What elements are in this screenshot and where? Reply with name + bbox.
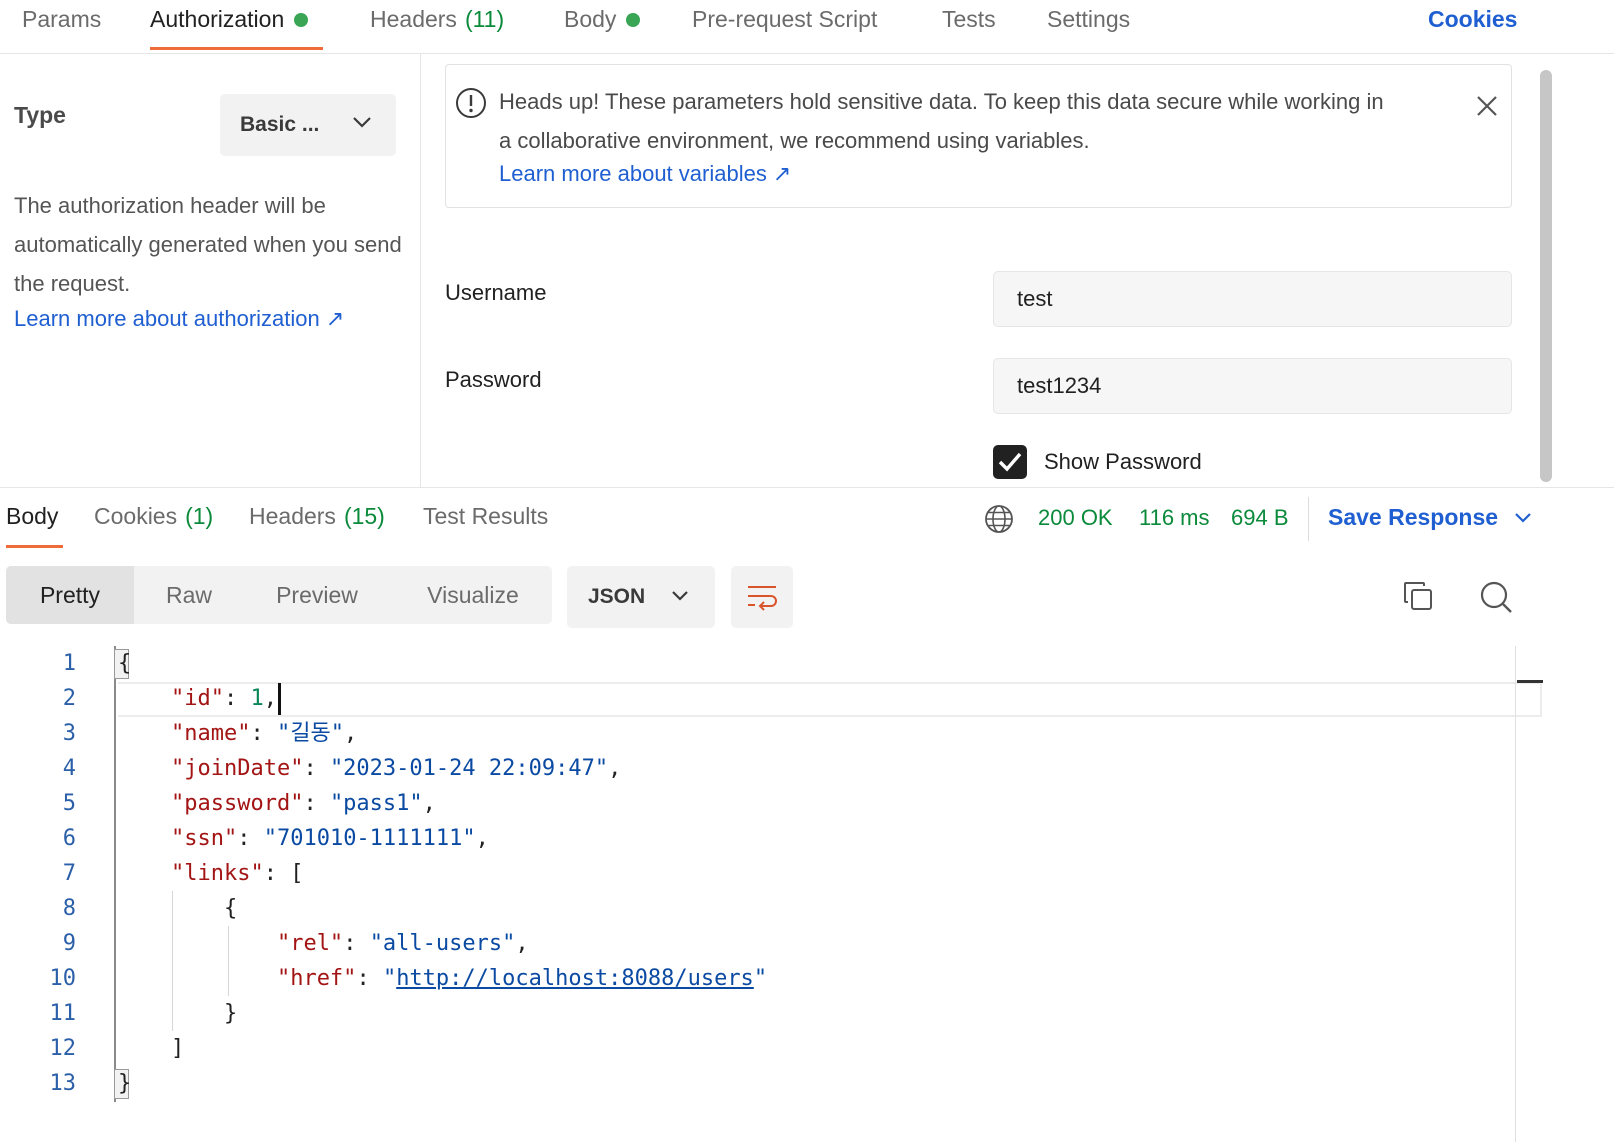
view-raw-button[interactable]: Raw: [134, 566, 244, 624]
chevron-down-icon: [353, 117, 371, 128]
line-number: 8: [62, 896, 76, 921]
line-number: 10: [49, 966, 77, 991]
line-number: 11: [49, 1001, 77, 1026]
username-input[interactable]: [993, 271, 1512, 327]
view-visualize-button[interactable]: Visualize: [394, 566, 552, 624]
password-label: Password: [445, 367, 542, 392]
auth-description: The authorization header will be automat…: [14, 193, 402, 296]
code-line: "name": "길동",: [170, 721, 358, 746]
active-indicator-dot: [294, 12, 309, 27]
request-tabs: Params Authorization Headers (11) Body Pr…: [0, 0, 1614, 54]
chevron-down-icon[interactable]: [1514, 512, 1532, 523]
response-tab-headers[interactable]: Headers (15): [249, 503, 385, 530]
panel-divider[interactable]: [0, 487, 1614, 488]
line-number: 12: [49, 1036, 77, 1061]
status-code[interactable]: 200 OK: [1038, 505, 1113, 531]
tab-authorization[interactable]: Authorization: [150, 6, 309, 33]
active-tab-underline: [150, 47, 323, 50]
copy-icon[interactable]: [1402, 580, 1434, 612]
response-tab-cookies[interactable]: Cookies (1): [94, 503, 213, 530]
view-preview-button[interactable]: Preview: [246, 566, 388, 624]
line-number: 4: [62, 756, 76, 781]
tab-headers[interactable]: Headers (11): [370, 6, 504, 33]
tab-prerequest-script[interactable]: Pre-request Script: [692, 6, 877, 33]
tab-tests[interactable]: Tests: [942, 6, 996, 33]
globe-icon[interactable]: [984, 504, 1014, 534]
code-line: "href": "http://localhost:8088/users": [276, 966, 768, 991]
auth-type-select[interactable]: Basic ...: [220, 94, 396, 156]
tab-settings[interactable]: Settings: [1047, 6, 1130, 33]
show-password-label[interactable]: Show Password: [1044, 449, 1202, 475]
code-line: }: [118, 1001, 238, 1026]
line-number: 6: [62, 826, 76, 851]
close-icon[interactable]: [1476, 95, 1498, 117]
code-line: "rel": "all-users",: [276, 931, 529, 956]
tab-params[interactable]: Params: [22, 6, 101, 33]
search-icon[interactable]: [1479, 580, 1513, 614]
cookies-link[interactable]: Cookies: [1428, 6, 1517, 33]
type-label: Type: [14, 102, 66, 128]
code-line: ]: [118, 1036, 185, 1061]
response-tab-test-results[interactable]: Test Results: [423, 503, 548, 530]
response-body-editor[interactable]: 1 2 3 4 5 6 7 8 9 10 11 12 13 { "id": 1,…: [0, 646, 1614, 1142]
status-separator: [1308, 497, 1309, 541]
chevron-down-icon: [672, 591, 688, 601]
code-line: "id": 1,: [118, 681, 281, 716]
overview-ruler-marker: [1517, 680, 1543, 683]
active-indicator-dot: [626, 12, 641, 27]
alert-circle-icon: [456, 88, 486, 118]
learn-more-authorization-link[interactable]: Learn more about authorization ↗: [14, 306, 344, 332]
learn-more-variables-link[interactable]: Learn more about variables ↗: [499, 161, 791, 187]
password-input[interactable]: [993, 358, 1512, 414]
username-label: Username: [445, 280, 547, 305]
active-response-tab-underline: [6, 545, 63, 548]
code-line: "password": "pass1",: [170, 791, 436, 816]
code-line: "links": [: [170, 861, 304, 886]
show-password-checkbox[interactable]: [993, 445, 1027, 479]
line-number: 7: [62, 861, 76, 886]
headers-count: (11): [464, 6, 505, 32]
code-line: "joinDate": "2023-01-24 22:09:47",: [170, 756, 622, 781]
line-number: 3: [62, 721, 76, 746]
fold-gutter-bar: [114, 646, 116, 1102]
wrap-lines-button[interactable]: [731, 566, 793, 628]
current-line-highlight: [118, 682, 1542, 717]
code-line: }: [118, 1071, 132, 1096]
code-line: "ssn": "701010-1111111",: [170, 826, 489, 851]
auth-type-panel: Type Basic ... The authorization header …: [0, 54, 421, 488]
line-number: 13: [49, 1071, 77, 1096]
line-number: 5: [62, 791, 76, 816]
check-icon: [998, 452, 1022, 472]
text-caret: [277, 683, 281, 715]
line-number: 9: [62, 931, 76, 956]
auth-scrollbar[interactable]: [1540, 70, 1552, 482]
line-number: 2: [62, 686, 76, 711]
sensitive-data-alert: Heads up! These parameters hold sensitiv…: [445, 64, 1512, 208]
view-pretty-button[interactable]: Pretty: [6, 566, 134, 624]
tab-body[interactable]: Body: [564, 6, 641, 33]
wrap-lines-icon: [748, 586, 777, 611]
alert-message: Heads up! These parameters hold sensitiv…: [499, 89, 1384, 153]
response-time[interactable]: 116 ms: [1139, 505, 1210, 531]
href-link[interactable]: http://localhost:8088/users: [396, 966, 754, 991]
code-line: {: [118, 651, 132, 676]
line-number: 1: [62, 651, 76, 676]
code-line: {: [118, 896, 238, 921]
save-response-button[interactable]: Save Response: [1328, 504, 1498, 531]
editor-overview-ruler: [1515, 646, 1516, 1142]
format-select[interactable]: JSON: [567, 566, 715, 628]
response-tab-body[interactable]: Body: [6, 503, 58, 530]
response-size[interactable]: 694 B: [1231, 505, 1289, 531]
view-mode-group: Pretty Raw Preview Visualize: [6, 566, 552, 624]
